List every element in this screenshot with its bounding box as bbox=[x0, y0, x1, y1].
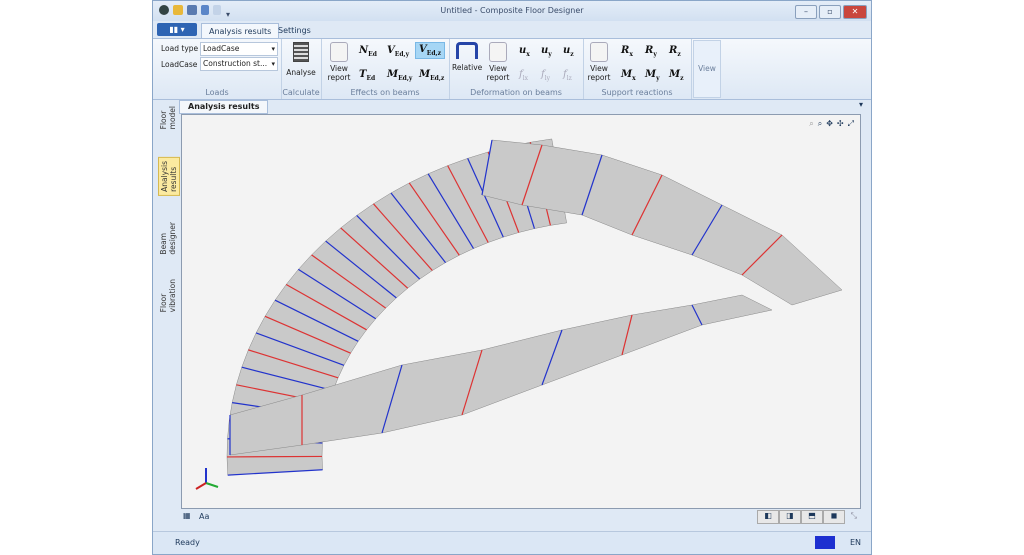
zoom-window-icon[interactable]: ⌕ bbox=[809, 119, 813, 129]
loadcase-select[interactable]: Construction st... bbox=[200, 57, 278, 71]
view-report-label: View report bbox=[486, 64, 510, 82]
fly-button[interactable]: fly bbox=[541, 69, 550, 82]
side-tab-floor-model[interactable]: Floor model bbox=[158, 103, 178, 132]
fit-all-icon[interactable]: ⤢ bbox=[848, 119, 854, 129]
beam-shear-diagram bbox=[227, 455, 323, 458]
zoom-icon[interactable]: ⌕ bbox=[818, 119, 822, 129]
mz-button[interactable]: Mz bbox=[669, 69, 684, 82]
side-tab-floor-vibration[interactable]: Floor vibration bbox=[158, 276, 178, 315]
view-side-icon[interactable]: ◨ bbox=[779, 510, 801, 524]
tab-analysis-results[interactable]: Analysis results bbox=[201, 23, 280, 39]
app-window: ▾ Untitled - Composite Floor Designer – … bbox=[152, 0, 872, 555]
group-loads: Load type LoadCase LoadCase Construction… bbox=[153, 39, 282, 99]
side-tab-analysis-results[interactable]: Analysis results bbox=[158, 157, 180, 196]
view-top-icon[interactable]: ⬒ bbox=[801, 510, 823, 524]
view-iso-icon[interactable]: ◼ bbox=[823, 510, 845, 524]
language-indicator[interactable]: EN bbox=[850, 532, 861, 554]
analyse-label: Analyse bbox=[286, 68, 316, 77]
group-label: Calculate bbox=[282, 88, 320, 97]
group-label: Effects on beams bbox=[350, 88, 420, 97]
tab-menu-icon[interactable]: ▾ bbox=[859, 100, 863, 109]
deformation-view-report-button[interactable]: View report bbox=[484, 42, 512, 82]
view-menu-button[interactable]: View bbox=[693, 40, 721, 98]
deformed-frame-icon bbox=[456, 42, 478, 59]
group-label: Deformation on beams bbox=[470, 88, 562, 97]
loadcase-label: LoadCase bbox=[161, 60, 198, 69]
orbit-icon[interactable]: ✣ bbox=[837, 119, 844, 129]
ry-button[interactable]: Ry bbox=[645, 45, 657, 58]
floor-slab-panel bbox=[381, 349, 483, 434]
magnifier-report-icon bbox=[330, 42, 348, 62]
application-menu-button[interactable]: ▮▮ ▾ bbox=[157, 23, 197, 36]
group-label: Loads bbox=[205, 88, 229, 97]
v-ed-y-button[interactable]: VEd,y bbox=[387, 45, 409, 58]
n-ed-button[interactable]: NEd bbox=[359, 45, 377, 58]
axis-triad-icon bbox=[195, 468, 219, 490]
relative-label: Relative bbox=[452, 63, 483, 72]
floor-slab-panel bbox=[541, 314, 633, 386]
rx-button[interactable]: Rx bbox=[621, 45, 633, 58]
mx-button[interactable]: Mx bbox=[621, 69, 636, 82]
view-report-label: View report bbox=[327, 64, 351, 82]
view-front-icon[interactable]: ◧ bbox=[757, 510, 779, 524]
app-icon bbox=[159, 5, 169, 15]
side-tab-beam-designer[interactable]: Beam designer bbox=[158, 219, 178, 258]
relative-button[interactable]: Relative bbox=[452, 42, 482, 72]
view-report-label: View report bbox=[587, 64, 611, 82]
redo-icon[interactable] bbox=[213, 5, 221, 15]
calculator-icon bbox=[293, 42, 309, 62]
open-icon[interactable] bbox=[173, 5, 183, 15]
window-title: Untitled - Composite Floor Designer bbox=[440, 6, 584, 15]
doc-tab-analysis-results[interactable]: Analysis results bbox=[179, 100, 269, 114]
t-ed-button[interactable]: TEd bbox=[359, 69, 375, 82]
ux-button[interactable]: ux bbox=[519, 45, 530, 58]
save-icon[interactable] bbox=[187, 5, 197, 15]
flx-button[interactable]: flx bbox=[519, 69, 528, 82]
uz-button[interactable]: uz bbox=[563, 45, 574, 58]
magnifier-report-icon bbox=[489, 42, 507, 62]
customize-icon[interactable]: ▾ bbox=[225, 5, 231, 19]
eu-flag-icon bbox=[815, 536, 835, 549]
load-type-label: Load type bbox=[161, 44, 199, 53]
undo-icon[interactable] bbox=[201, 5, 209, 15]
analyse-button[interactable]: Analyse bbox=[286, 42, 316, 77]
view-tools: ⌕ ⌕ ✥ ✣ ⤢ bbox=[809, 119, 854, 129]
resize-grip-icon[interactable]: ⤡ bbox=[851, 511, 857, 521]
status-bar: Ready EN bbox=[153, 531, 871, 554]
pan-icon[interactable]: ✥ bbox=[826, 119, 833, 129]
title-bar: ▾ Untitled - Composite Floor Designer – … bbox=[153, 1, 871, 21]
close-button[interactable]: ✕ bbox=[843, 5, 867, 19]
effects-view-report-button[interactable]: View report bbox=[325, 42, 353, 82]
group-label: Support reactions bbox=[601, 88, 673, 97]
floor-slab-panel bbox=[691, 294, 773, 326]
m-ed-y-button[interactable]: MEd,y bbox=[387, 69, 412, 82]
ribbon: Load type LoadCase LoadCase Construction… bbox=[153, 38, 871, 100]
font-toggle[interactable]: Aa bbox=[199, 512, 209, 521]
restore-button[interactable]: ▫ bbox=[819, 5, 841, 19]
support-view-report-button[interactable]: View report bbox=[585, 42, 613, 82]
3d-viewport[interactable]: ⌕ ⌕ ✥ ✣ ⤢ bbox=[181, 114, 861, 509]
tab-settings[interactable]: Settings bbox=[271, 23, 318, 38]
my-button[interactable]: My bbox=[645, 69, 660, 82]
floor-slab-panel bbox=[621, 304, 703, 356]
status-text: Ready bbox=[175, 538, 200, 547]
rz-button[interactable]: Rz bbox=[669, 45, 681, 58]
load-type-select[interactable]: LoadCase bbox=[200, 42, 278, 56]
m-ed-z-button[interactable]: MEd,z bbox=[419, 69, 444, 82]
floor-model-drawing bbox=[226, 138, 843, 476]
quick-access-toolbar: ▾ bbox=[159, 5, 231, 19]
flz-button[interactable]: flz bbox=[563, 69, 572, 82]
minimize-button[interactable]: – bbox=[795, 5, 817, 19]
uy-button[interactable]: uy bbox=[541, 45, 552, 58]
grid-icon[interactable]: ▦ bbox=[183, 511, 191, 520]
magnifier-report-icon bbox=[590, 42, 608, 62]
v-ed-z-button[interactable]: VEd,z bbox=[415, 42, 446, 59]
